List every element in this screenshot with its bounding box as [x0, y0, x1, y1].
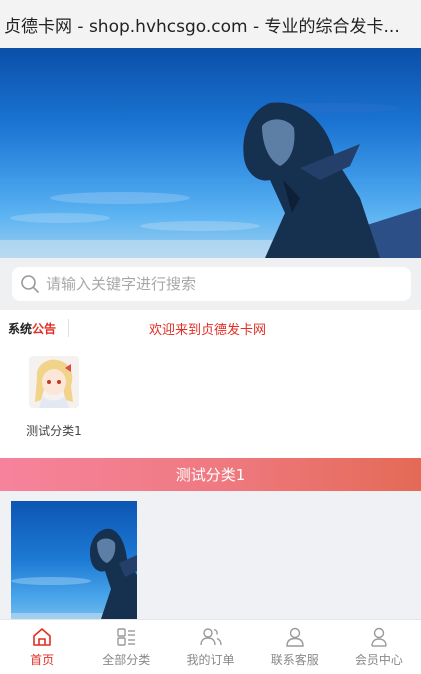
tab-home-label: 首页: [30, 653, 55, 667]
product-card[interactable]: [11, 501, 137, 619]
hero-banner[interactable]: [0, 48, 421, 258]
tab-customer-service-label: 联系客服: [270, 653, 319, 667]
product-image: [11, 528, 137, 619]
category-grid: 测试分类1: [0, 346, 421, 458]
bottom-tab-bar: 首页 全部分类 我的订单 联系客服 会员中心: [0, 619, 421, 674]
announcement-bar: 系统公告 欢迎来到贞德发卡网: [0, 310, 421, 346]
member-icon: [371, 627, 387, 647]
announcement-label-suffix: 公告: [32, 321, 57, 336]
tab-all-categories[interactable]: 全部分类: [84, 620, 168, 674]
category-label: 测试分类1: [26, 424, 82, 438]
home-icon: [33, 628, 51, 646]
product-list: [0, 491, 421, 619]
search-bar: [0, 258, 421, 310]
category-icon: [117, 628, 136, 646]
search-icon: [21, 275, 39, 293]
support-icon: [286, 627, 304, 647]
banner-illustration: [0, 102, 421, 258]
tab-customer-service[interactable]: 联系客服: [253, 620, 337, 674]
tab-member-center[interactable]: 会员中心: [337, 620, 421, 674]
announcement-label: 系统公告: [8, 320, 66, 337]
category-item[interactable]: 测试分类1: [22, 356, 86, 439]
tab-member-center-label: 会员中心: [354, 653, 403, 667]
tab-all-categories-label: 全部分类: [102, 653, 151, 667]
announcement-text[interactable]: 欢迎来到贞德发卡网: [149, 319, 266, 338]
tab-my-orders-label: 我的订单: [186, 653, 235, 667]
search-box[interactable]: [12, 267, 411, 301]
orders-icon: [199, 628, 222, 646]
window-title: 贞德卡网 - shop.hvhcsgo.com - 专业的综合发卡...: [0, 0, 421, 48]
divider: [68, 319, 69, 337]
tab-home[interactable]: 首页: [0, 620, 84, 674]
announcement-label-prefix: 系统: [8, 321, 33, 336]
section-header: 测试分类1: [0, 458, 421, 491]
tab-my-orders[interactable]: 我的订单: [168, 620, 252, 674]
category-thumbnail: [29, 356, 79, 408]
search-input[interactable]: [46, 275, 386, 293]
